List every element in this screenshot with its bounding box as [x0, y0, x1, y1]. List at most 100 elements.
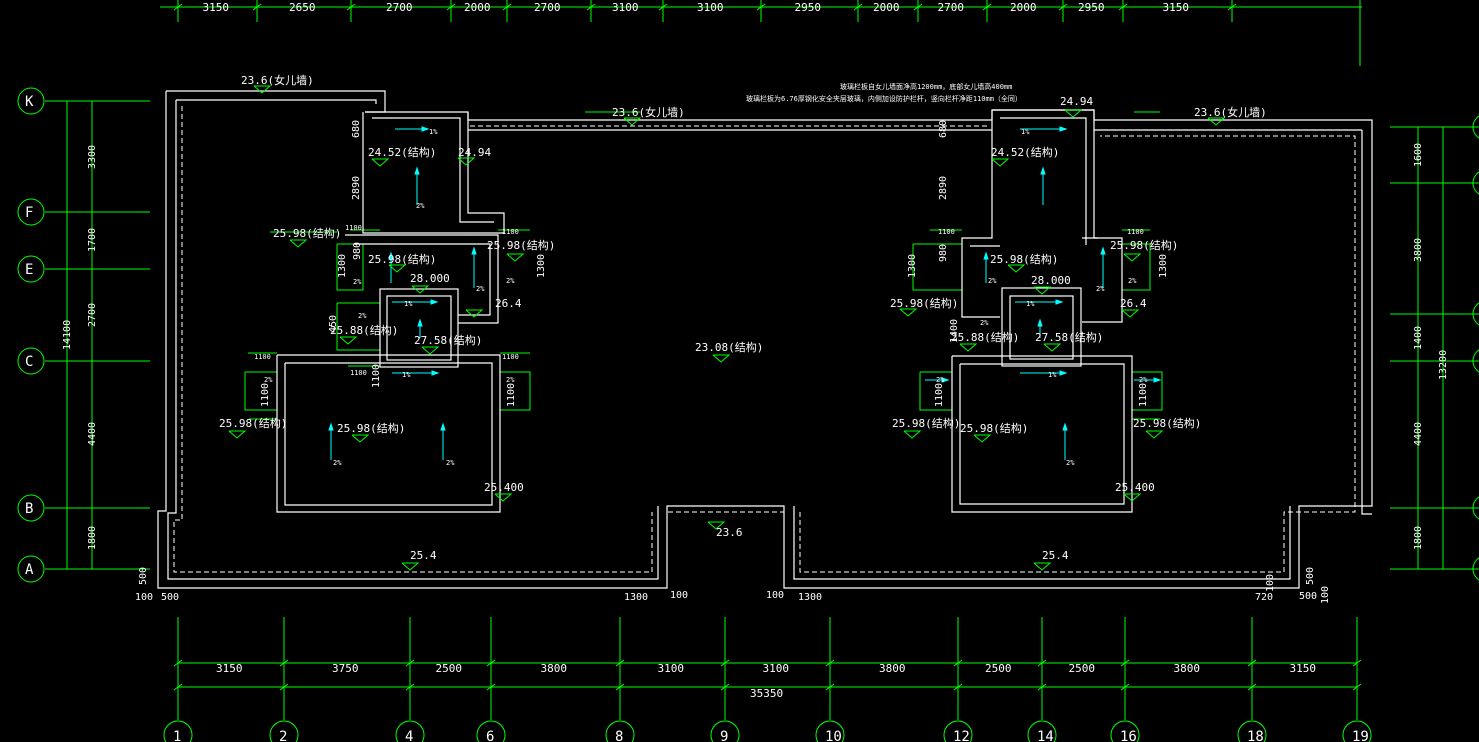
dim-1100-e: 1100	[350, 369, 367, 377]
level-l-small-left: 25.88(结构)	[330, 323, 398, 337]
top-dim-5: 3100	[612, 1, 639, 14]
top-dim-11: 2950	[1078, 1, 1105, 14]
dim-680-right: 680	[938, 120, 949, 138]
bottom-dim-2: 2500	[436, 662, 463, 675]
level-mark-22	[903, 430, 922, 439]
dim-1100-v-a: 1100	[260, 383, 271, 407]
arrow-r1-head	[1059, 126, 1068, 132]
bottom-dim-5: 3100	[763, 662, 790, 675]
level-r-stair-top: 24.52(结构)	[991, 145, 1059, 159]
dim-1100-c: 1100	[254, 353, 271, 361]
slope-3: 2%	[476, 285, 485, 293]
arrow-r10-head	[1153, 377, 1162, 383]
dim-1100-v-b: 1100	[506, 383, 517, 407]
bottom-axis-label-5: 9	[720, 729, 728, 742]
level-mark-3	[712, 354, 731, 363]
arrow-r6-head	[1062, 422, 1068, 431]
dim-1300-br: 1300	[798, 592, 822, 603]
level-r-small-left: 25.88(结构)	[951, 330, 1019, 344]
level-l-stair-side: 24.94	[458, 146, 491, 159]
level-mark-24	[1145, 430, 1164, 439]
bottom-dim-8: 2500	[1069, 662, 1096, 675]
dim-2890-right: 2890	[938, 176, 949, 200]
level-r-big-inner: 25.98(结构)	[960, 421, 1028, 435]
level-mark-14	[351, 434, 370, 443]
slope-14: 2%	[988, 277, 997, 285]
bottom-axis-label-7: 12	[953, 729, 970, 742]
level-parapet-left: 23.6(女儿墙)	[241, 73, 314, 87]
dim-100-bm: 100	[670, 590, 688, 601]
slope-5: 2%	[353, 278, 362, 286]
dash-left	[173, 106, 653, 573]
arrow-r2-head	[1040, 166, 1046, 175]
level-mark-16	[1007, 264, 1026, 273]
bottom-axis-label-3: 6	[486, 729, 494, 742]
right-total: 13200	[1438, 350, 1449, 380]
level-r-mid-left: 25.98(结构)	[890, 296, 958, 310]
dim-1300-c: 1300	[907, 254, 918, 278]
dim-980-b: 980	[938, 244, 949, 262]
arrow-r7-head	[983, 251, 989, 260]
dim-500-bl: 500	[161, 592, 179, 603]
slope-9: 2%	[264, 376, 273, 384]
dim-500-left-v: 500	[138, 567, 149, 585]
top-dim-0: 3150	[203, 1, 230, 14]
top-dim-6: 3100	[697, 1, 724, 14]
dim-680-left: 680	[351, 120, 362, 138]
level-roof-main: 23.08(结构)	[695, 340, 763, 354]
level-mark-2	[1207, 117, 1226, 126]
dim-1300-bl: 1300	[624, 592, 648, 603]
slope-20: 2%	[936, 376, 945, 384]
outline-top-left	[166, 90, 386, 113]
top-dim-12: 3150	[1163, 1, 1190, 14]
arrow-l5-head	[431, 370, 440, 376]
arrow-r8-head	[1100, 246, 1106, 255]
note-glass-spec: 玻璃栏板为6.76厚钢化安全夹层玻璃，内侧加设防护栏杆，竖向栏杆净距110mm（…	[746, 94, 1022, 103]
level-mark-6	[1033, 562, 1052, 571]
dim-1400-a: 1400	[949, 319, 960, 343]
bottom-axis-label-4: 8	[615, 729, 623, 742]
level-parapet-right: 23.6(女儿墙)	[1194, 105, 1267, 119]
level-mark-17	[1123, 253, 1142, 262]
level-mark-28	[991, 158, 1010, 167]
arrow-l1-head	[421, 126, 430, 132]
left-axis-label-3: C	[25, 354, 33, 370]
arrow-l7-head	[440, 422, 446, 431]
level-mark-26	[371, 158, 390, 167]
level-bottom-left: 25.4	[410, 549, 437, 562]
level-l-box-right: 26.4	[495, 297, 522, 310]
bottom-dim-10: 3150	[1290, 662, 1317, 675]
slope-4: 2%	[506, 277, 515, 285]
top-dim-8: 2000	[873, 1, 900, 14]
level-r-mid-right: 25.98(结构)	[1110, 238, 1178, 252]
roof-plan-drawing: 1 2 4 6 8 9 10 12 14 16 18 19KFECBA 玻璃栏板自女儿墙面净高1200…	[17, 0, 1479, 742]
drain-arrows	[328, 126, 1162, 460]
level-mark-21	[959, 343, 978, 352]
arrow-l3-head	[430, 299, 439, 305]
dim-500-br: 500	[1299, 591, 1317, 602]
dim-1100-g: 1100	[1127, 228, 1144, 236]
level-mark-30	[289, 239, 308, 248]
level-mark-11	[421, 346, 440, 355]
dim-1300-a: 1300	[337, 254, 348, 278]
note-railing-height: 玻璃栏板自女儿墙面净高1200mm，底部女儿墙高400mm	[840, 82, 1012, 91]
bottom-axis-label-2: 4	[405, 729, 413, 742]
cad-drawing-canvas[interactable]: 1 2 4 6 8 9 10 12 14 16 18 19 K F E C B A 玻璃栏板自女儿墙面净高1200…	[0, 0, 1479, 742]
level-l-box-inner: 27.58(结构)	[414, 333, 482, 347]
bottom-axis-label-6: 10	[825, 729, 842, 742]
right-dim-2: 1400	[1413, 326, 1424, 350]
left-axis-label-1: F	[25, 205, 33, 221]
bottom-axis-label-8: 14	[1037, 729, 1054, 742]
slope-15: 2%	[1096, 285, 1105, 293]
bottom-dim-3: 3800	[541, 662, 568, 675]
bottom-dim-7: 2500	[985, 662, 1012, 675]
slope-11: 2%	[333, 459, 342, 467]
left-dim-0: 3300	[87, 145, 98, 169]
left-dim-1: 1700	[87, 228, 98, 252]
arrow-l8-head	[471, 246, 477, 255]
bottom-axis-label-11: 19	[1352, 729, 1369, 742]
top-dim-10: 2000	[1010, 1, 1037, 14]
bottom-axis-label-9: 16	[1120, 729, 1137, 742]
level-l-mid-left: 25.98(结构)	[273, 226, 341, 240]
level-r-box-top: 28.000	[1031, 274, 1071, 287]
